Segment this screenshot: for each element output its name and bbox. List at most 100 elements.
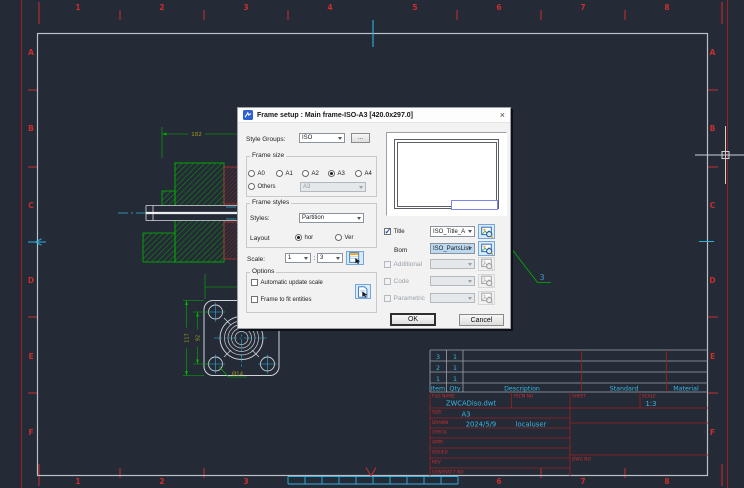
title-checkbox[interactable]: Title — [384, 228, 405, 235]
crosshair-cursor — [695, 126, 744, 184]
grid-row-label: B — [28, 124, 34, 133]
scale-list-icon — [349, 252, 361, 264]
browse-style-groups-button[interactable]: ... — [351, 133, 370, 143]
radio-a4[interactable]: A4 — [355, 170, 372, 177]
close-icon[interactable]: × — [500, 111, 505, 120]
radio-others[interactable]: Others — [248, 183, 276, 190]
svg-text:Item: Item — [431, 386, 445, 393]
parts-list: Item Qty Description Standard Material 3… — [430, 350, 708, 393]
preview-picker-icon — [481, 275, 493, 287]
svg-text:1: 1 — [453, 376, 457, 383]
code-preview-button — [478, 274, 495, 288]
svg-text:SHEET: SHEET — [572, 394, 586, 400]
styles-label: Styles: — [250, 215, 270, 222]
grid-row-label: E — [710, 352, 715, 361]
drawn-date-value: 2024/5/9 — [466, 421, 497, 429]
scale-label: Scale: — [247, 256, 265, 263]
scale-colon: : — [314, 255, 316, 262]
dim-hole-text: Ø14 — [232, 371, 244, 378]
zwcad-paperspace: 1 2 3 4 5 6 7 8 1 2 3 6 7 8 A B C D E F … — [0, 0, 744, 488]
scale-numerator-select[interactable]: 1 — [285, 253, 311, 263]
preview-picker-icon — [481, 292, 493, 304]
styles-select[interactable]: Partition — [299, 213, 364, 223]
fit-entities-checkbox[interactable]: Frame to fit entities — [251, 296, 312, 303]
parametric-style-select — [430, 293, 475, 303]
balloon-callout: 3 — [511, 248, 551, 283]
grid-col-label: 2 — [159, 477, 164, 486]
frame-styles-legend: Frame styles — [250, 199, 291, 206]
titleblock-position-highlight — [451, 200, 498, 210]
reference-graduation — [288, 477, 458, 485]
additional-style-select — [430, 259, 475, 269]
additional-preview-button — [478, 257, 495, 271]
radio-a2[interactable]: A2 — [302, 170, 319, 177]
dialog-titlebar[interactable]: Frame setup : Main frame-ISO-A3 [420.0x2… — [238, 108, 510, 123]
parametric-preview-button — [478, 291, 495, 305]
grid-col-label: 7 — [580, 477, 585, 486]
svg-text:Description: Description — [504, 386, 540, 393]
zwcad-logo-icon — [243, 110, 253, 120]
svg-text:DWG NO: DWG NO — [572, 457, 591, 463]
grid-row-label: D — [709, 276, 715, 285]
chevron-down-icon — [357, 217, 361, 220]
select-entities-icon — [357, 286, 369, 298]
grid-row-label: F — [710, 428, 715, 437]
frame-preview-well — [386, 132, 507, 216]
select-entities-button[interactable] — [355, 284, 371, 299]
grid-row-label: C — [710, 201, 716, 210]
scale-list-button[interactable] — [346, 251, 364, 265]
grid-row-label: B — [710, 124, 716, 133]
code-checkbox: Code — [384, 278, 409, 285]
grid-col-label: 4 — [327, 3, 332, 12]
radio-a0[interactable]: A0 — [248, 170, 265, 177]
chevron-down-icon — [359, 186, 363, 189]
options-legend: Options — [250, 268, 276, 275]
svg-text:ISSUED: ISSUED — [432, 450, 449, 456]
svg-text:SIZE: SIZE — [432, 410, 442, 416]
preview-picker-icon — [481, 226, 493, 238]
chevron-down-icon — [336, 257, 340, 260]
grid-col-label: 6 — [496, 477, 501, 486]
dim-width-text: 182 — [191, 132, 202, 138]
radio-layout-ver[interactable]: Ver — [335, 234, 354, 241]
chevron-down-icon — [468, 280, 472, 283]
auto-update-checkbox[interactable]: Automatic update scale — [251, 279, 323, 286]
title-style-select[interactable]: ISO_Title_A — [430, 226, 475, 237]
frame-preview — [394, 139, 499, 209]
grid-row-label: C — [28, 201, 34, 210]
svg-text:Standard: Standard — [610, 386, 639, 393]
svg-text:Qty: Qty — [449, 386, 460, 393]
svg-text:REV: REV — [432, 460, 441, 466]
grid-col-label: 8 — [664, 3, 669, 12]
bearing-lower — [224, 222, 238, 259]
grid-col-label: 6 — [496, 3, 501, 12]
radio-layout-hor[interactable]: hor — [295, 234, 313, 241]
style-groups-label: Style Groups: — [246, 136, 285, 143]
title-block: FILE NAME FSCM NO SHEET SCALE SIZE DRAWN… — [430, 392, 708, 476]
frame-size-legend: Frame size — [250, 152, 286, 159]
grid-row-label: A — [710, 48, 716, 57]
radio-a3[interactable]: A3 — [328, 170, 345, 177]
grid-col-label: 3 — [243, 3, 248, 12]
bom-style-select[interactable]: ISO_PartsList — [430, 243, 475, 254]
scale-denominator-select[interactable]: 3 — [317, 253, 343, 263]
preview-picker-icon — [481, 243, 493, 255]
additional-checkbox: Additional — [384, 261, 422, 268]
grid-row-label: A — [28, 48, 34, 57]
svg-text:FSCM NO: FSCM NO — [514, 394, 534, 400]
cancel-button[interactable]: Cancel — [459, 314, 504, 326]
frame-setup-dialog: Frame setup : Main frame-ISO-A3 [420.0x2… — [237, 107, 511, 329]
dialog-title: Frame setup : Main frame-ISO-A3 [420.0x2… — [257, 112, 413, 119]
parametric-checkbox: Parametric — [384, 295, 425, 302]
bom-preview-button[interactable] — [478, 241, 495, 256]
radio-a1[interactable]: A1 — [276, 170, 293, 177]
style-groups-select[interactable]: ISO — [299, 133, 345, 143]
svg-text:1: 1 — [453, 354, 457, 361]
size-value: A3 — [462, 411, 471, 419]
title-preview-button[interactable] — [478, 224, 495, 239]
grid-row-label: E — [28, 352, 33, 361]
grid-row-label: F — [28, 428, 33, 437]
ok-button[interactable]: OK — [390, 313, 436, 326]
chevron-down-icon — [338, 137, 342, 140]
svg-text:1: 1 — [453, 365, 457, 372]
